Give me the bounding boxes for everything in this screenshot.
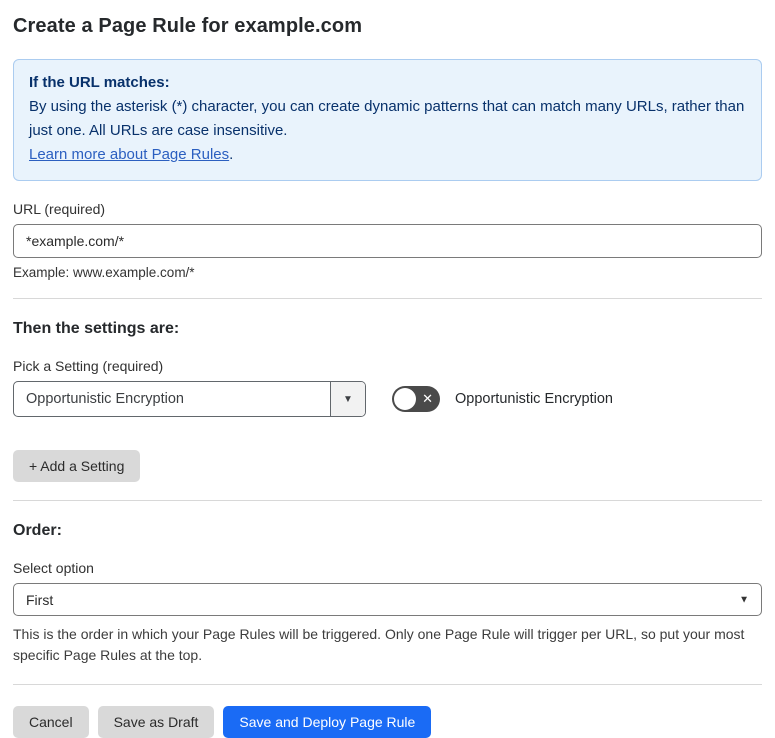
info-box-body: By using the asterisk (*) character, you… [29, 98, 745, 139]
order-select[interactable]: First ▼ [13, 583, 762, 616]
page-rule-form: Create a Page Rule for example.com If th… [0, 0, 775, 738]
divider [13, 500, 762, 501]
toggle-knob [394, 388, 416, 410]
info-box-link-line: Learn more about Page Rules. [29, 143, 746, 167]
url-example-helper: Example: www.example.com/* [13, 265, 195, 280]
link-suffix: . [229, 146, 234, 163]
url-matches-info-box: If the URL matches: By using the asteris… [13, 59, 762, 181]
cancel-button[interactable]: Cancel [13, 706, 89, 738]
opportunistic-encryption-toggle[interactable]: ✕ [392, 386, 440, 412]
url-field-label: URL (required) [13, 201, 106, 217]
toggle-off-x-icon: ✕ [422, 391, 433, 407]
chevron-down-icon: ▼ [739, 594, 749, 605]
dropdown-arrow-icon[interactable]: ▼ [330, 382, 365, 416]
save-and-deploy-button[interactable]: Save and Deploy Page Rule [223, 706, 432, 738]
add-setting-button[interactable]: + Add a Setting [13, 450, 141, 482]
pick-setting-label: Pick a Setting (required) [13, 358, 164, 374]
page-title: Create a Page Rule for example.com [13, 15, 363, 37]
divider [13, 684, 762, 685]
learn-more-link[interactable]: Learn more about Page Rules [29, 146, 229, 163]
setting-dropdown-value: Opportunistic Encryption [26, 391, 184, 407]
footer-button-row: Cancel Save as Draft Save and Deploy Pag… [13, 706, 762, 738]
url-input[interactable] [13, 224, 762, 258]
order-section-heading: Order: [13, 522, 62, 539]
setting-row: Opportunistic Encryption ▼ ✕ Opportunist… [13, 381, 762, 417]
divider [13, 298, 762, 299]
settings-section-heading: Then the settings are: [13, 320, 180, 337]
select-option-label: Select option [13, 560, 94, 576]
order-description: This is the order in which your Page Rul… [13, 626, 745, 663]
order-select-value: First [26, 591, 54, 608]
info-box-heading: If the URL matches: [29, 74, 170, 91]
save-as-draft-button[interactable]: Save as Draft [97, 706, 215, 738]
toggle-label: Opportunistic Encryption [455, 391, 613, 407]
setting-dropdown[interactable]: Opportunistic Encryption ▼ [13, 381, 366, 417]
